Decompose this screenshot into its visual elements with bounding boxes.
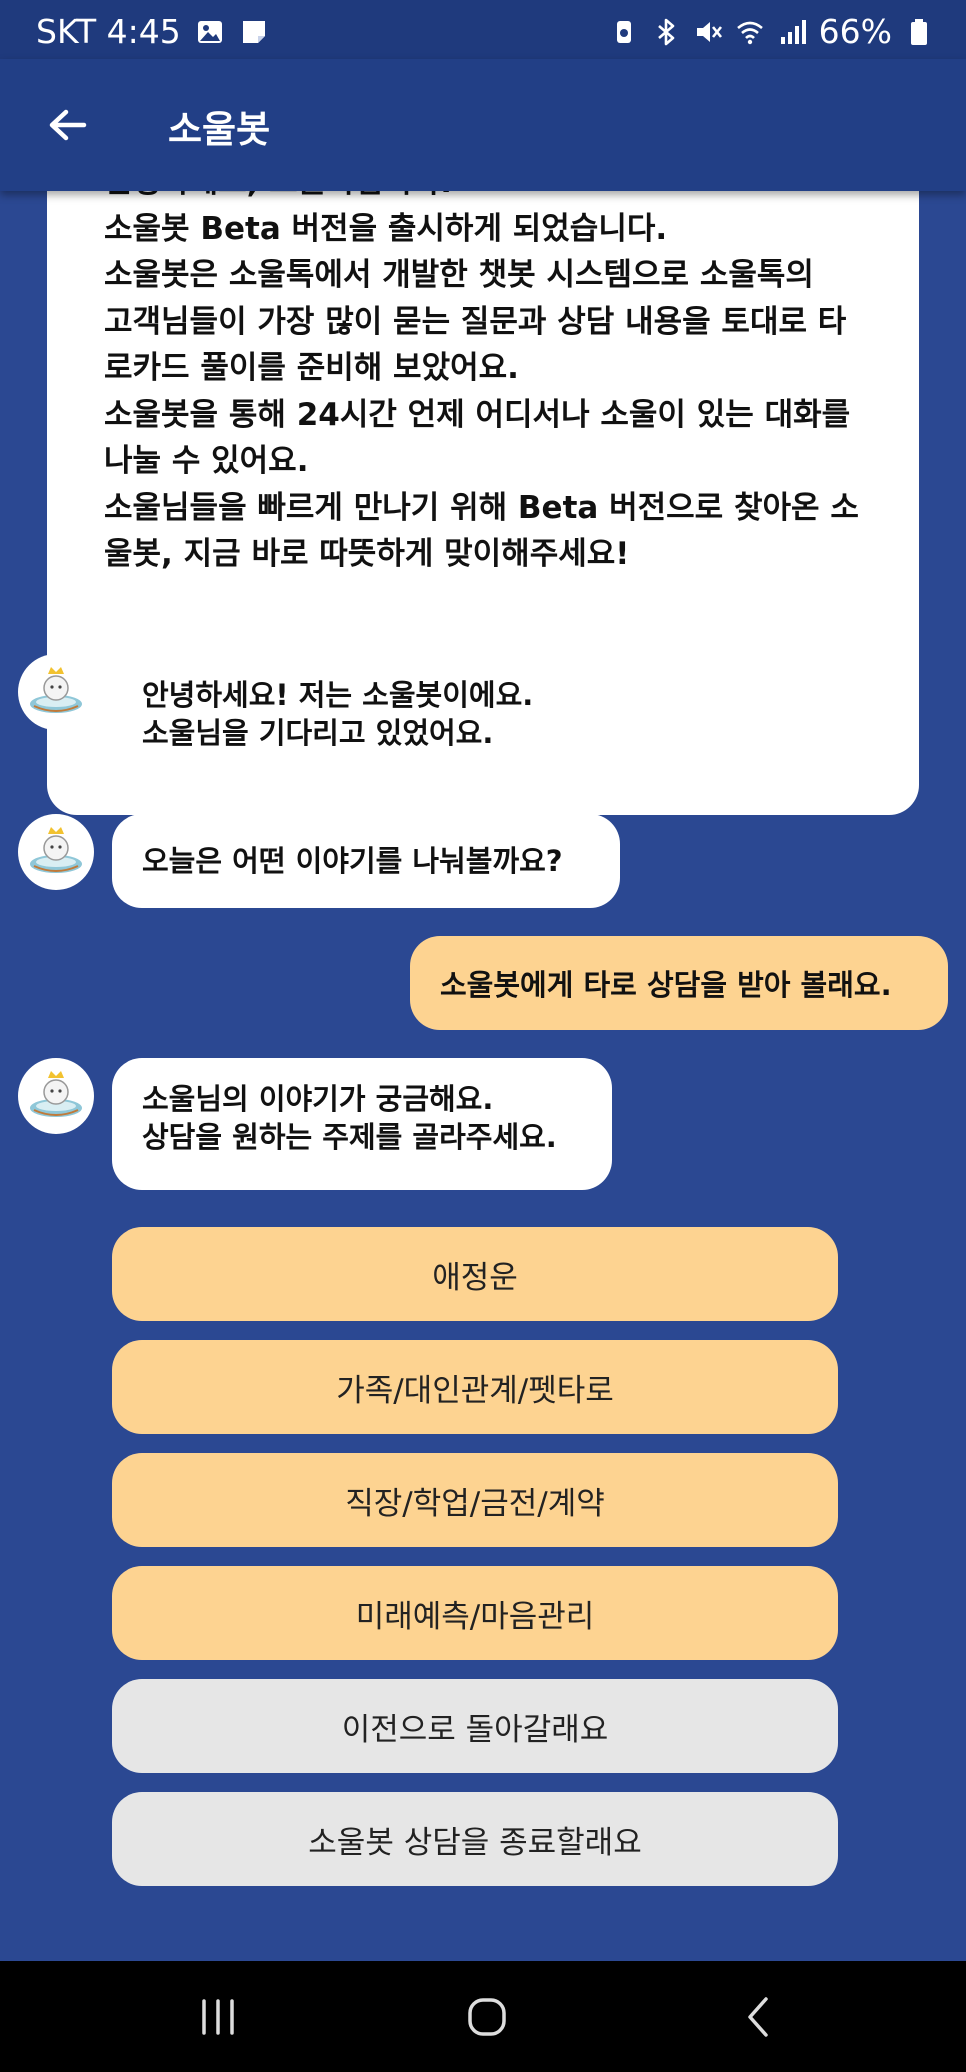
intro-line: 로카드 풀이를 준비해 보았어요. bbox=[104, 350, 519, 386]
option-love-fortune-button[interactable]: 애정운 bbox=[112, 1227, 838, 1321]
battery-saver-icon bbox=[609, 17, 639, 47]
intro-line: 안녕하세요, 소울톡입니다. bbox=[104, 191, 879, 206]
intro-line: 소울봇을 통해 24시간 언제 어디서나 소울이 있는 대화를 bbox=[104, 396, 851, 433]
status-left: SKT 4:45 bbox=[36, 12, 269, 51]
back-arrow-icon bbox=[49, 109, 87, 141]
option-label: 애정운 bbox=[432, 1259, 518, 1296]
message-text: 오늘은 어떤 이야기를 나눠볼까요? bbox=[142, 844, 563, 878]
message-text: 소울봇에게 타로 상담을 받아 볼래요. bbox=[440, 968, 892, 1002]
intro-line: 울봇, 지금 바로 따뜻하게 맞이해주세요! bbox=[104, 536, 630, 572]
intro-line: 고객님들이 가장 많이 묻는 질문과 상담 내용을 토대로 타 bbox=[104, 303, 847, 340]
intro-message-text: 안녕하세요, 소울톡입니다. 소울봇 Beta 버전을 출시하게 되었습니다. … bbox=[104, 191, 879, 578]
back-icon bbox=[748, 1997, 768, 2037]
chat-area[interactable]: 안녕하세요, 소울톡입니다. 소울봇 Beta 버전을 출시하게 되었습니다. … bbox=[0, 191, 966, 1961]
message-text: 소울님의 이야기가 궁금해요. bbox=[142, 1082, 494, 1116]
app-bar: 소울봇 bbox=[0, 59, 966, 191]
home-icon bbox=[468, 1998, 506, 2036]
option-family-relationship-button[interactable]: 가족/대인관계/펫타로 bbox=[112, 1340, 838, 1434]
note-icon bbox=[239, 17, 269, 47]
system-nav-bar bbox=[0, 1961, 966, 2072]
nav-back-button[interactable] bbox=[732, 1989, 788, 2045]
chat-screen: SKT 4:45 66% 소울봇 소울봇 Beta 버전을 출시하게 되었습니다… bbox=[0, 0, 966, 2072]
bot-avatar bbox=[18, 654, 94, 730]
status-bar: SKT 4:45 66% bbox=[0, 0, 966, 59]
battery-icon bbox=[904, 17, 934, 47]
battery-percent: 66% bbox=[818, 12, 892, 51]
mute-icon bbox=[693, 17, 723, 47]
user-message-bubble: 소울봇에게 타로 상담을 받아 볼래요. bbox=[410, 936, 948, 1030]
wifi-icon bbox=[735, 17, 765, 47]
option-future-mind-button[interactable]: 미래예측/마음관리 bbox=[112, 1566, 838, 1660]
option-end-session-button[interactable]: 소울봇 상담을 종료할래요 bbox=[112, 1792, 838, 1886]
status-right: 66% bbox=[609, 12, 934, 51]
message-text: 안녕하세요! 저는 소울봇이에요. bbox=[142, 678, 534, 712]
option-label: 가족/대인관계/펫타로 bbox=[336, 1372, 614, 1409]
bot-message-bubble: 소울님의 이야기가 궁금해요. 상담을 원하는 주제를 골라주세요. bbox=[112, 1058, 612, 1190]
carrier-time: SKT 4:45 bbox=[36, 12, 181, 51]
bot-avatar bbox=[18, 1058, 94, 1134]
option-label: 직장/학업/금전/계약 bbox=[345, 1485, 605, 1522]
home-button[interactable] bbox=[459, 1989, 515, 2045]
gallery-icon bbox=[195, 17, 225, 47]
option-go-back-button[interactable]: 이전으로 돌아갈래요 bbox=[112, 1679, 838, 1773]
recent-apps-button[interactable] bbox=[190, 1989, 246, 2045]
bot-message-bubble: 안녕하세요! 저는 소울봇이에요. 소울님을 기다리고 있었어요. bbox=[112, 654, 584, 786]
option-label: 소울봇 상담을 종료할래요 bbox=[308, 1824, 642, 1861]
recent-apps-icon bbox=[202, 1999, 234, 2035]
page-title: 소울봇 bbox=[168, 108, 271, 151]
option-work-study-button[interactable]: 직장/학업/금전/계약 bbox=[112, 1453, 838, 1547]
option-label: 이전으로 돌아갈래요 bbox=[341, 1711, 609, 1748]
intro-line: 소울님들을 빠르게 만나기 위해 Beta 버전으로 찾아온 소 bbox=[104, 489, 859, 526]
signal-icon bbox=[777, 17, 807, 47]
back-button[interactable] bbox=[40, 97, 96, 153]
message-text: 소울님을 기다리고 있었어요. bbox=[142, 716, 494, 750]
option-label: 미래예측/마음관리 bbox=[355, 1598, 595, 1635]
intro-line: 소울봇은 소울톡에서 개발한 챗봇 시스템으로 소울톡의 bbox=[104, 257, 814, 293]
intro-line: 소울봇 Beta 버전을 출시하게 되었습니다. bbox=[104, 210, 668, 247]
bot-avatar bbox=[18, 814, 94, 890]
intro-line: 나눌 수 있어요. bbox=[104, 443, 309, 479]
message-text: 상담을 원하는 주제를 골라주세요. bbox=[142, 1120, 557, 1154]
bot-message-bubble: 오늘은 어떤 이야기를 나눠볼까요? bbox=[112, 814, 620, 908]
bluetooth-icon bbox=[651, 17, 681, 47]
